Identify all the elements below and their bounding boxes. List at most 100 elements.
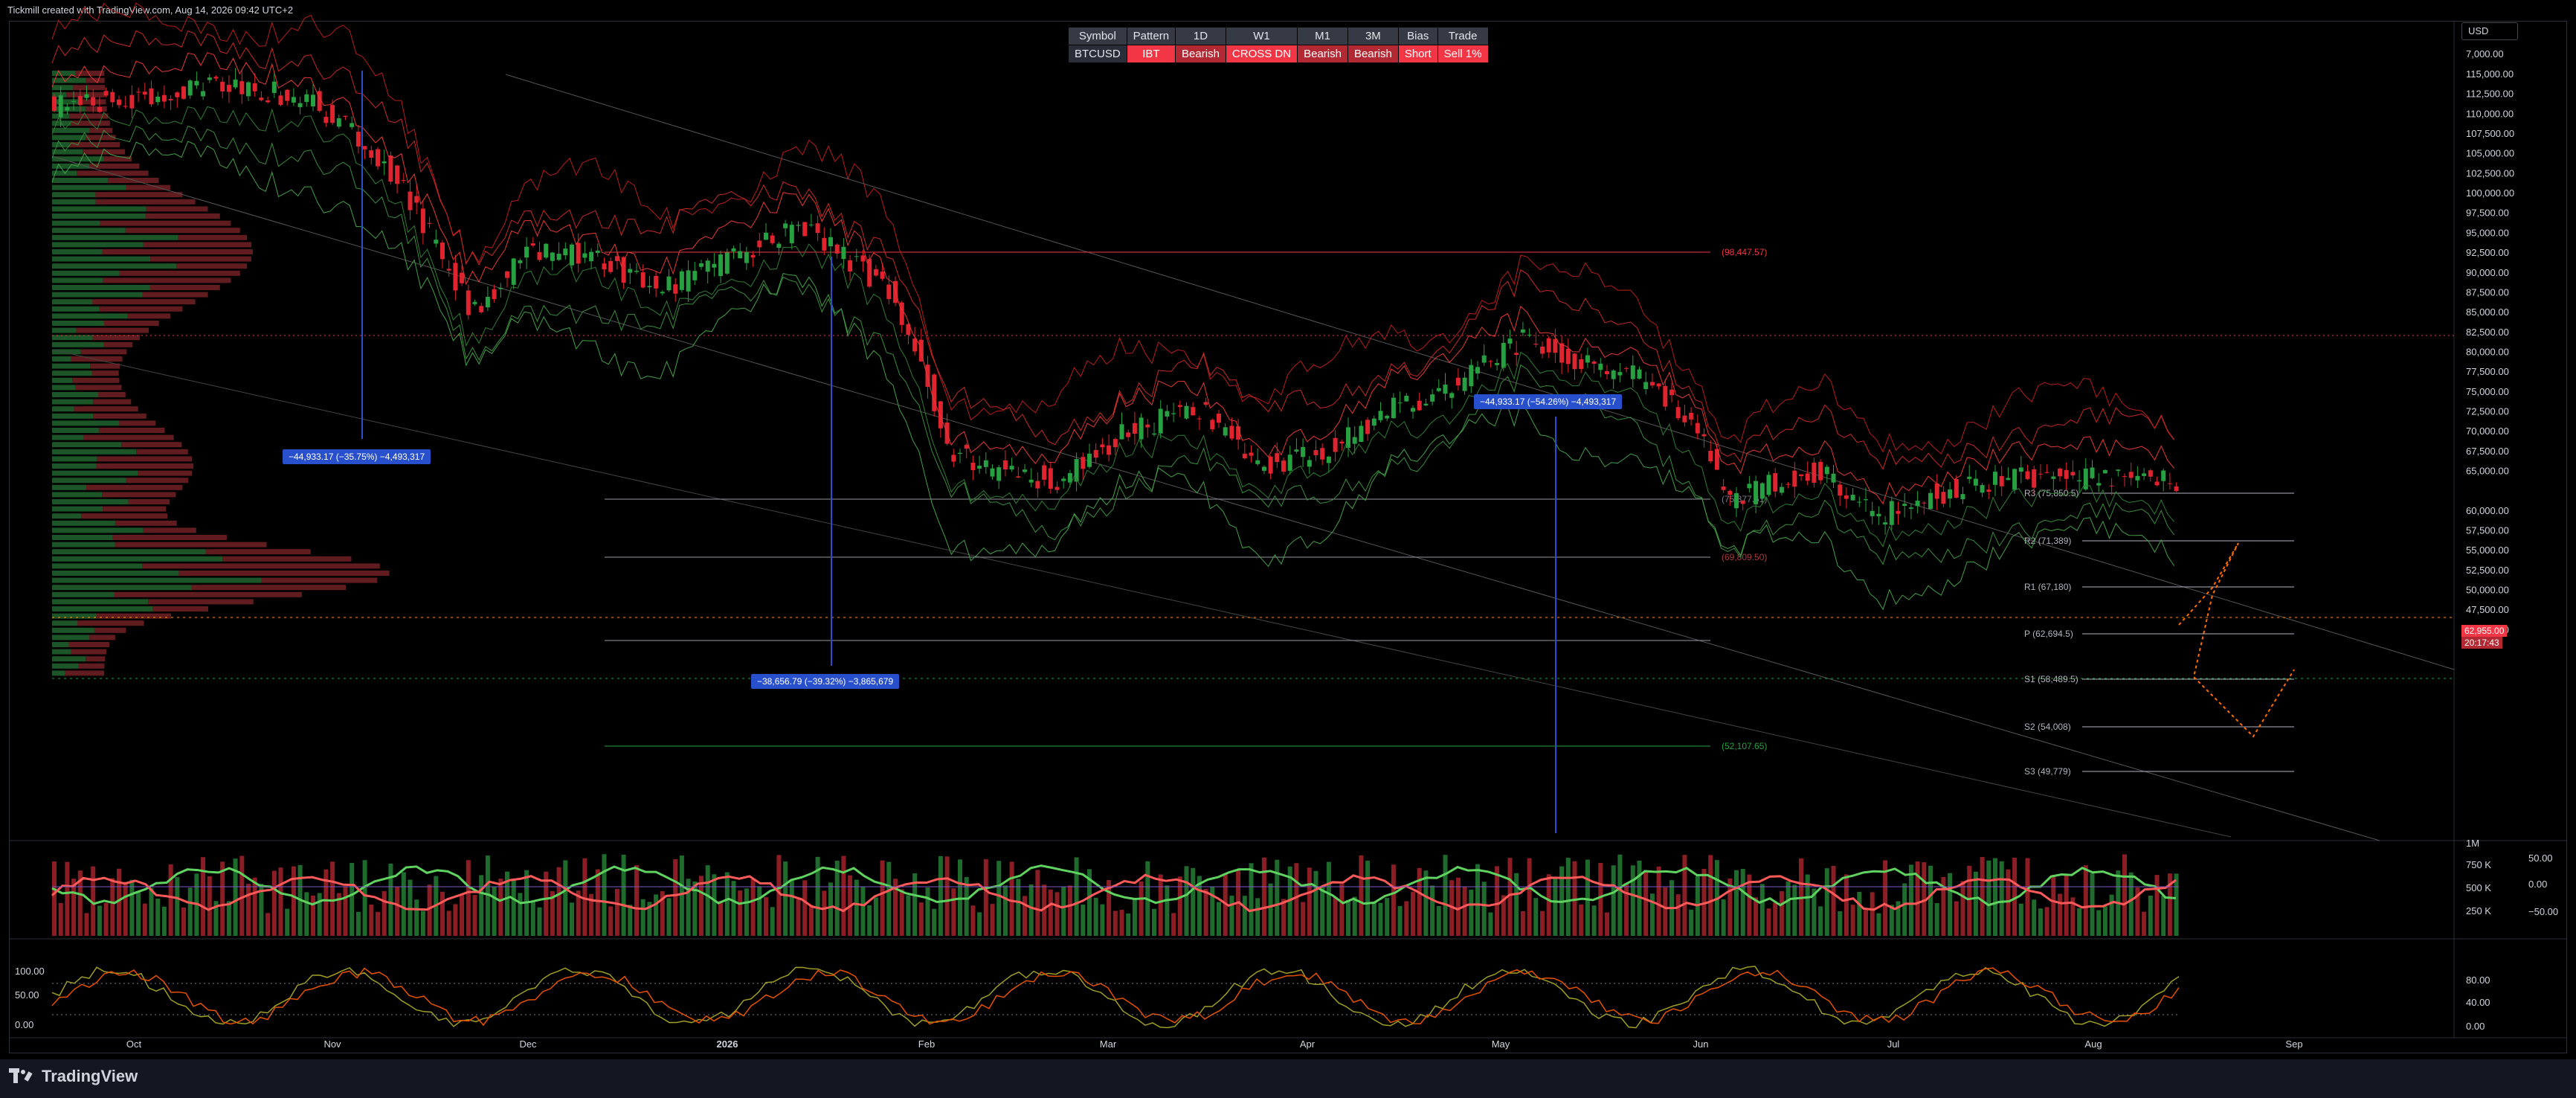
volume-profile-bar-down [103, 277, 231, 283]
volume-bar [123, 882, 128, 936]
volume-bar [252, 877, 257, 936]
candle-body [2058, 468, 2062, 477]
candle-body [181, 86, 186, 99]
volume-bar [634, 865, 639, 936]
candle-body [912, 338, 918, 352]
volume-bar [2148, 895, 2153, 936]
volume-bar [1035, 870, 1040, 936]
volume-bar [731, 881, 736, 936]
volume-bar [899, 889, 904, 936]
volume-bar [744, 888, 749, 936]
measure-label-right[interactable]: −44,933.17 (−54.26%) −4,493,317 [1474, 394, 1623, 409]
candle-body [2032, 469, 2037, 488]
volume-bar [1565, 858, 1571, 936]
volume-bar [1158, 874, 1163, 936]
table-cell-w1: CROSS DN [1225, 45, 1298, 63]
candle-body [1455, 377, 1461, 386]
volume-bar [1824, 868, 1829, 936]
volume-bar [472, 895, 477, 936]
candle-body [1624, 367, 1629, 369]
time-axis-label: Apr [1300, 1038, 1316, 1050]
candle-body [427, 222, 432, 224]
candle-body [233, 80, 238, 88]
candle-body [1023, 469, 1027, 472]
table-header-bias: Bias [1397, 27, 1438, 45]
volume-profile-bar-up [52, 263, 177, 269]
price-axis-label: 95,000.00 [2466, 227, 2509, 238]
volume-bar [1462, 887, 1467, 936]
candle-body [1896, 510, 1901, 514]
volume-bar [2044, 907, 2049, 936]
volume-profile-bar-up [52, 577, 262, 583]
volume-bar [1249, 863, 1254, 936]
table-cell-m1: Bearish [1297, 45, 1348, 63]
volume-profile-bar-up [52, 428, 99, 433]
volume-bar [537, 907, 542, 936]
volume-profile-bar-up [52, 585, 192, 591]
price-axis-label: 55,000.00 [2466, 545, 2509, 556]
candle-body [1391, 397, 1396, 419]
candle-body [1339, 441, 1345, 444]
candle-body [1371, 418, 1376, 426]
candle-body [1197, 418, 1202, 420]
volume-profile-bar-down [76, 327, 149, 333]
volume-profile-bar-up [52, 321, 105, 326]
table-cell-3m: Bearish [1347, 45, 1399, 63]
volume-bar [944, 856, 950, 936]
measure-label-left[interactable]: −44,933.17 (−35.75%) −4,493,317 [283, 449, 431, 464]
volume-bar [1054, 892, 1060, 936]
volume-profile-bar-down [142, 563, 380, 569]
price-axis-label: 50,000.00 [2466, 585, 2509, 596]
volume-profile-bar-up [52, 635, 90, 640]
candle-body [77, 96, 83, 106]
candle-body [207, 77, 212, 80]
volume-bar [2064, 875, 2069, 936]
volume-profile-bar-up [52, 327, 77, 333]
measure-label-middle[interactable]: −38,656.79 (−39.32%) −3,865,679 [751, 674, 900, 689]
currency-selector[interactable]: USD [2461, 22, 2518, 40]
price-axis-label: 112,500.00 [2466, 89, 2514, 100]
volume-bar [103, 902, 109, 936]
candle-body [2038, 473, 2043, 475]
volume-bar [97, 905, 102, 936]
candle-body [1954, 478, 1959, 498]
price-axis-label: 57,500.00 [2466, 525, 2509, 536]
candle-body [1294, 449, 1299, 452]
candle-body [2096, 483, 2102, 486]
candle-body [1054, 487, 1060, 490]
candle-body [1100, 444, 1105, 448]
volume-bar [983, 858, 988, 936]
candle-body [1495, 362, 1500, 365]
volume-bar [990, 904, 995, 936]
volume-bar [783, 861, 788, 936]
candle-body [226, 85, 231, 92]
candle-body [602, 263, 607, 270]
chart-canvas[interactable]: 7,000.00 115,000.00 112,500.00 110,000.00 10… [0, 0, 2576, 1059]
volume-profile-bar-up [52, 349, 81, 355]
candle-body [2070, 472, 2076, 476]
volume-profile-bar-down [178, 571, 390, 576]
volume-profile-bar-up [52, 463, 97, 469]
volume-profile-bar-down [152, 606, 209, 611]
table-header-3m: 3M [1347, 27, 1399, 45]
volume-profile-bar-up [52, 178, 108, 183]
candle-body [518, 260, 523, 263]
candle-body [673, 284, 678, 294]
candle-body [1902, 504, 1907, 507]
volume-bar [1721, 899, 1726, 936]
volume-axis-label: 500 K [2466, 882, 2491, 893]
candle-body [1883, 522, 1888, 525]
stoch-line-k [51, 966, 2180, 1029]
level-label-top: (98,447.57) [1722, 247, 1767, 257]
candle-body [1675, 407, 1681, 419]
candle-body [323, 117, 329, 123]
candle-body [640, 272, 645, 288]
volume-profile-bar-up [52, 670, 65, 676]
tradingview-logo[interactable]: TradingView [9, 1067, 138, 1086]
candle-body [757, 240, 762, 248]
candle-body [647, 286, 652, 288]
candle-body [350, 123, 355, 127]
volume-profile-bar-up [52, 156, 104, 162]
candle-body [103, 91, 109, 96]
volume-bar [311, 895, 315, 936]
